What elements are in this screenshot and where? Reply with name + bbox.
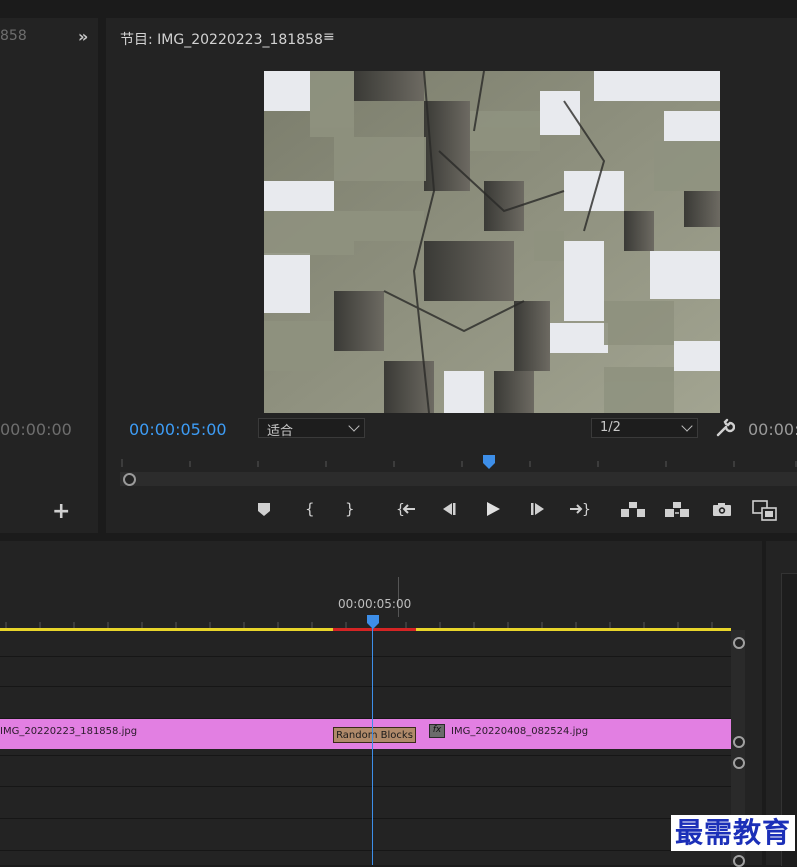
mini-timeline-scrollbar[interactable] bbox=[120, 472, 797, 486]
export-frame-button[interactable] bbox=[711, 500, 733, 522]
chevron-down-icon bbox=[681, 420, 693, 432]
random-blocks-transition[interactable]: Random Blocks bbox=[333, 727, 416, 743]
mark-out-icon: } bbox=[345, 500, 355, 518]
watermark-logo: 最需教育 bbox=[671, 815, 796, 851]
marker-icon bbox=[258, 503, 270, 516]
clip-1-label[interactable]: IMG_20220223_181858.jpg bbox=[0, 726, 137, 737]
timeline-ruler-timecode: 00:00:05:00 bbox=[338, 597, 412, 611]
mini-timeline-ruler[interactable] bbox=[120, 455, 797, 467]
mark-in-button[interactable]: { bbox=[303, 500, 317, 522]
svg-text:{: { bbox=[305, 500, 315, 518]
scrollbar-handle[interactable] bbox=[733, 757, 745, 769]
timeline-playhead-icon[interactable] bbox=[366, 614, 380, 634]
track-divider bbox=[0, 850, 731, 851]
timeline-panel bbox=[0, 541, 762, 865]
step-forward-icon bbox=[531, 503, 544, 515]
zoom-fit-value: 适合 bbox=[267, 424, 294, 439]
program-playhead-timecode[interactable]: 00:00:05:00 bbox=[129, 420, 227, 439]
track-divider bbox=[0, 818, 731, 819]
svg-text:{: { bbox=[396, 502, 405, 518]
mark-out-button[interactable]: } bbox=[343, 500, 357, 522]
step-back-icon bbox=[443, 503, 456, 515]
track-divider bbox=[0, 786, 731, 787]
panel-menu-icon[interactable]: ≡ bbox=[323, 29, 335, 45]
track-divider bbox=[0, 656, 731, 657]
go-to-in-button[interactable]: { bbox=[395, 500, 417, 522]
scrollbar-handle[interactable] bbox=[733, 736, 745, 748]
clip-2-label[interactable]: IMG_20220408_082524.jpg bbox=[451, 726, 588, 737]
go-to-out-button[interactable]: } bbox=[569, 500, 591, 522]
fx-badge-icon[interactable]: fx bbox=[429, 724, 445, 738]
source-tab-label[interactable]: 858 bbox=[0, 28, 27, 44]
program-duration-timecode: 00:00: bbox=[748, 420, 797, 439]
program-monitor-title[interactable]: 节目: IMG_20220223_181858 bbox=[120, 29, 323, 49]
top-bar bbox=[0, 0, 797, 15]
comparison-view-button[interactable] bbox=[752, 500, 778, 526]
program-video-frame[interactable] bbox=[264, 71, 720, 413]
scrollbar-handle[interactable] bbox=[733, 637, 745, 649]
svg-text:}: } bbox=[345, 500, 355, 518]
go-to-in-icon: { bbox=[396, 502, 415, 518]
extract-icon bbox=[665, 502, 689, 517]
source-monitor-panel bbox=[0, 18, 98, 533]
random-blocks-transition-frame bbox=[264, 71, 720, 413]
settings-wrench-icon[interactable] bbox=[715, 418, 736, 442]
comparison-icon bbox=[752, 500, 777, 521]
step-forward-button[interactable] bbox=[529, 500, 547, 522]
lift-icon bbox=[621, 502, 645, 517]
source-timecode: 00:00:00 bbox=[0, 420, 72, 439]
go-to-out-icon: } bbox=[570, 502, 591, 518]
play-icon bbox=[487, 502, 500, 516]
play-button[interactable] bbox=[484, 500, 502, 522]
track-divider bbox=[0, 686, 731, 687]
lift-button[interactable] bbox=[620, 500, 646, 522]
playback-resolution-value: 1/2 bbox=[600, 420, 621, 435]
zoom-fit-select[interactable]: 适合 bbox=[258, 418, 365, 439]
timeline-playhead-line[interactable] bbox=[372, 626, 373, 865]
chevron-down-icon bbox=[348, 420, 360, 432]
mini-timeline-zoom-handle[interactable] bbox=[123, 473, 136, 486]
panel-overflow-chevron-icon[interactable]: » bbox=[78, 27, 88, 46]
mark-in-icon: { bbox=[305, 500, 315, 518]
scrollbar-handle[interactable] bbox=[733, 855, 745, 867]
step-back-button[interactable] bbox=[440, 500, 458, 522]
playback-resolution-select[interactable]: 1/2 bbox=[591, 418, 698, 438]
camera-icon bbox=[713, 503, 731, 516]
extract-button[interactable] bbox=[664, 500, 690, 522]
mini-playhead-icon[interactable] bbox=[482, 454, 496, 474]
track-divider bbox=[0, 755, 731, 756]
add-marker-button[interactable] bbox=[256, 500, 272, 522]
svg-text:}: } bbox=[582, 502, 591, 518]
button-editor-plus-icon[interactable]: + bbox=[52, 499, 70, 524]
